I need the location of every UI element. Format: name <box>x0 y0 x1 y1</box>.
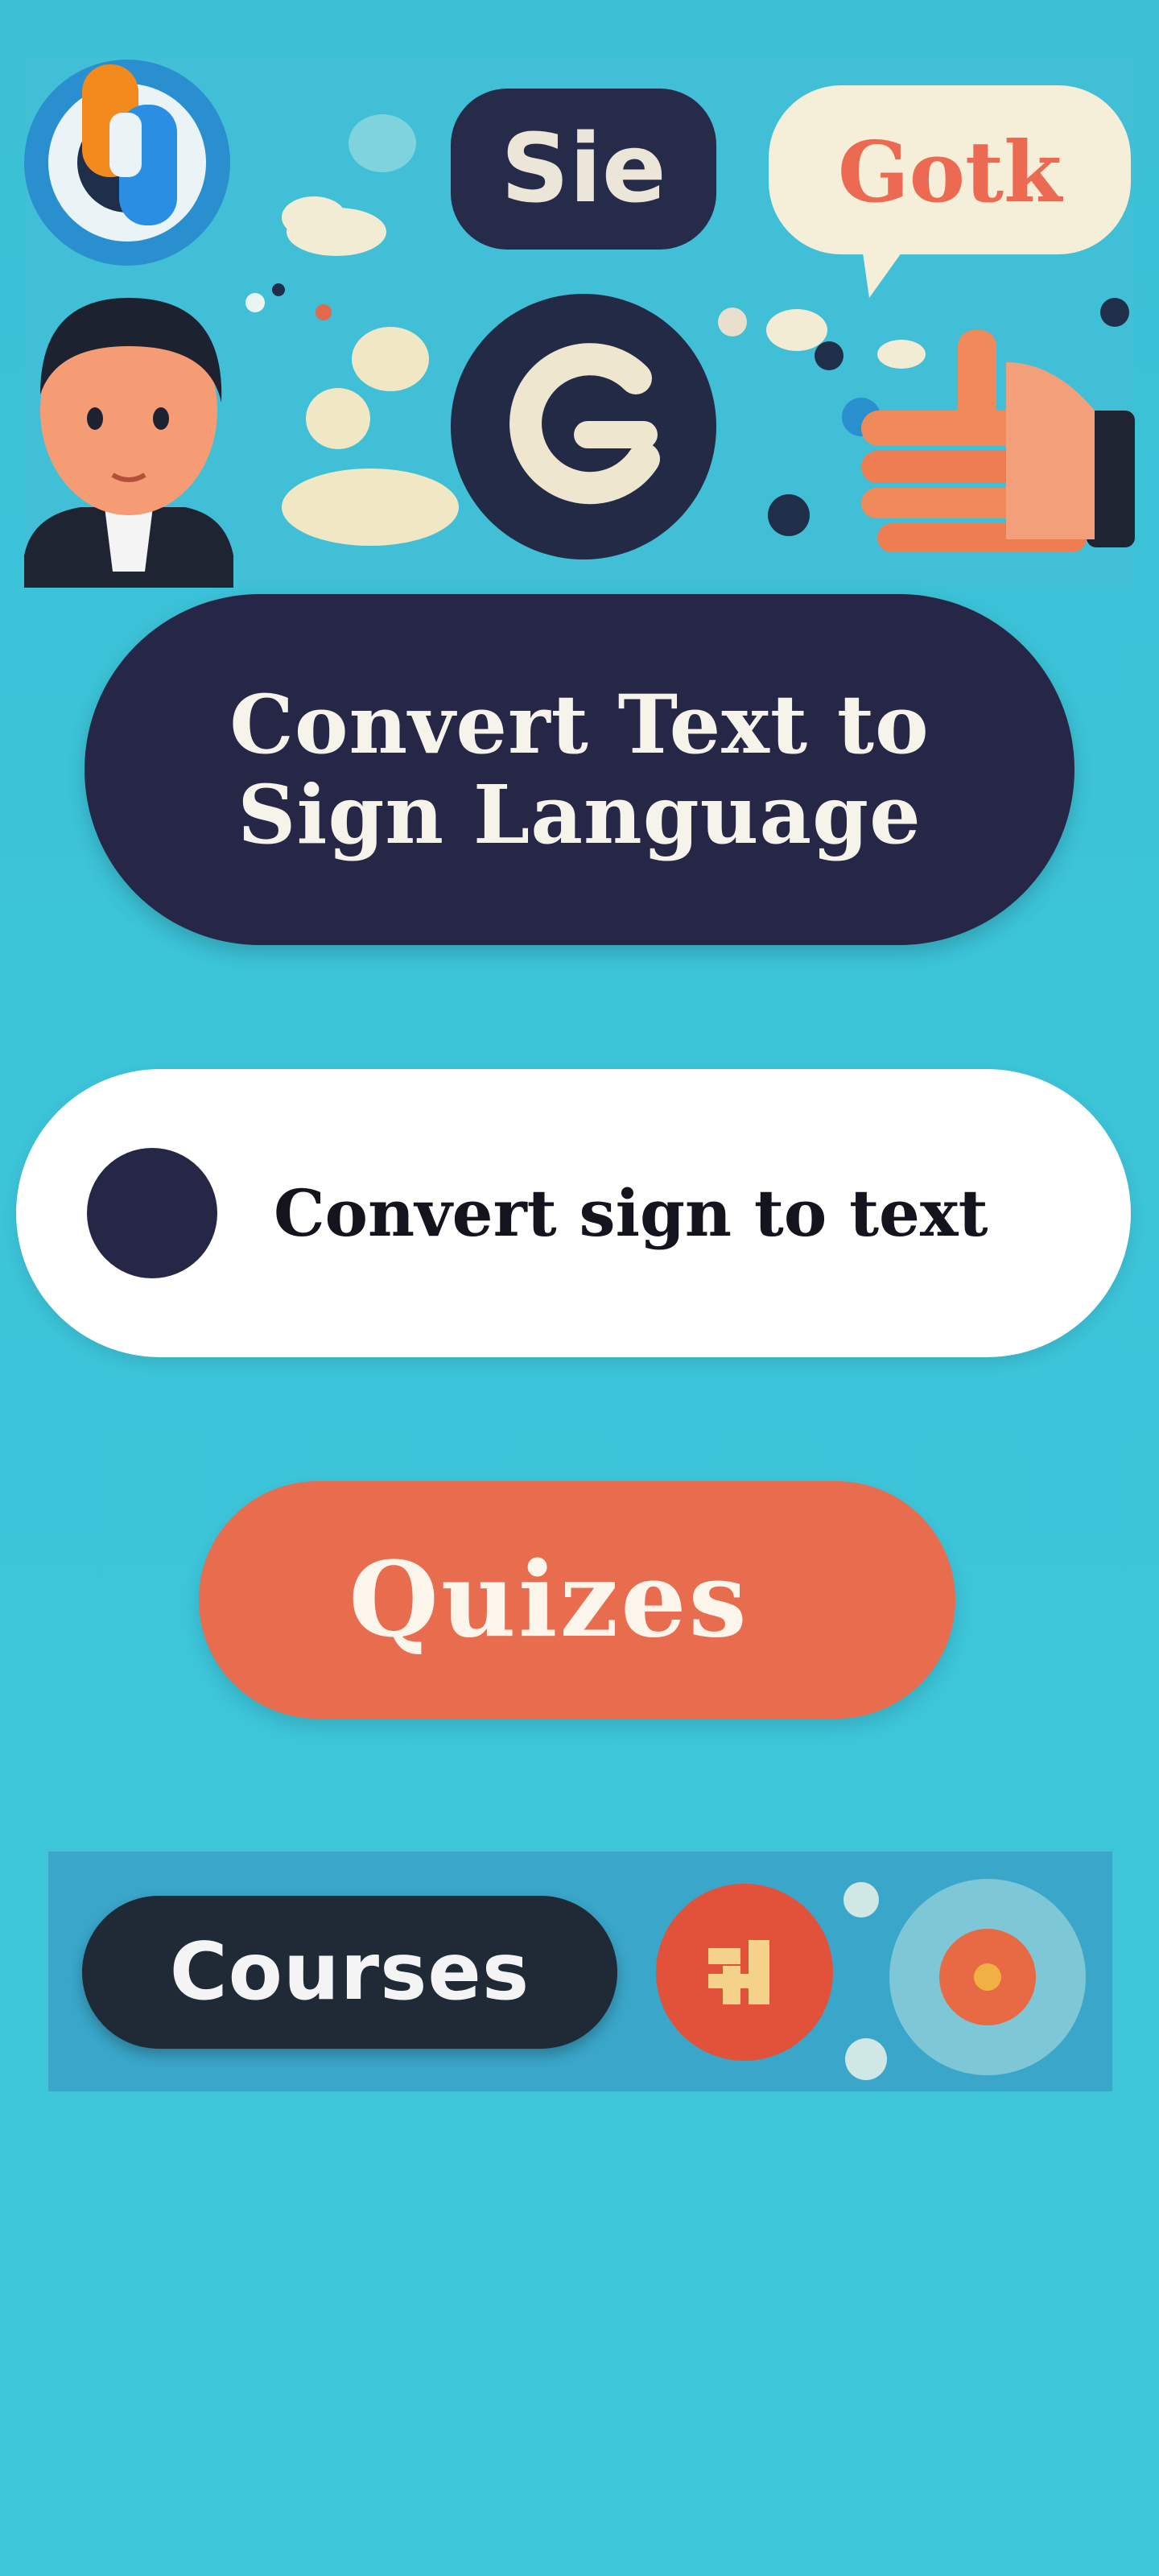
target-icon <box>939 1929 1036 2025</box>
app-logo-icon <box>24 60 230 266</box>
convert-text-to-sign-label: Convert Text to Sign Language <box>229 677 930 862</box>
refresh-icon <box>451 294 716 559</box>
cloud-icon <box>282 114 416 256</box>
cloud-icon <box>766 309 926 369</box>
book-glyph-icon <box>708 1940 769 2004</box>
convert-sign-to-text-label: Convert sign to text <box>274 1175 988 1251</box>
course-play-icon[interactable] <box>889 1879 1086 2075</box>
sie-badge: Sie <box>451 89 716 250</box>
course-book-icon[interactable] <box>656 1884 833 2061</box>
hero-illustration: Sie Gotk <box>24 56 1135 588</box>
courses-banner: Courses <box>48 1852 1112 2091</box>
convert-sign-to-text-button[interactable]: Convert sign to text <box>16 1069 1131 1357</box>
decorative-dot <box>845 2038 887 2080</box>
record-dot-icon <box>87 1148 217 1278</box>
avatar <box>24 298 233 588</box>
cloud-icon <box>282 327 459 546</box>
quizes-label: Quizes <box>349 1539 749 1661</box>
courses-button[interactable]: Courses <box>82 1896 617 2049</box>
quizes-button[interactable]: Quizes <box>199 1481 955 1719</box>
courses-label: Courses <box>169 1926 530 2018</box>
speech-bubble-icon: Gotk <box>769 85 1131 298</box>
svg-text:Gotk: Gotk <box>838 122 1063 221</box>
convert-text-to-sign-button[interactable]: Convert Text to Sign Language <box>85 594 1074 945</box>
target-center <box>974 1963 1001 1991</box>
svg-text:Sie: Sie <box>501 113 666 224</box>
app-screen: Sie Gotk Convert Text to Sign Language C… <box>0 0 1159 2576</box>
decorative-dot <box>843 1882 879 1918</box>
